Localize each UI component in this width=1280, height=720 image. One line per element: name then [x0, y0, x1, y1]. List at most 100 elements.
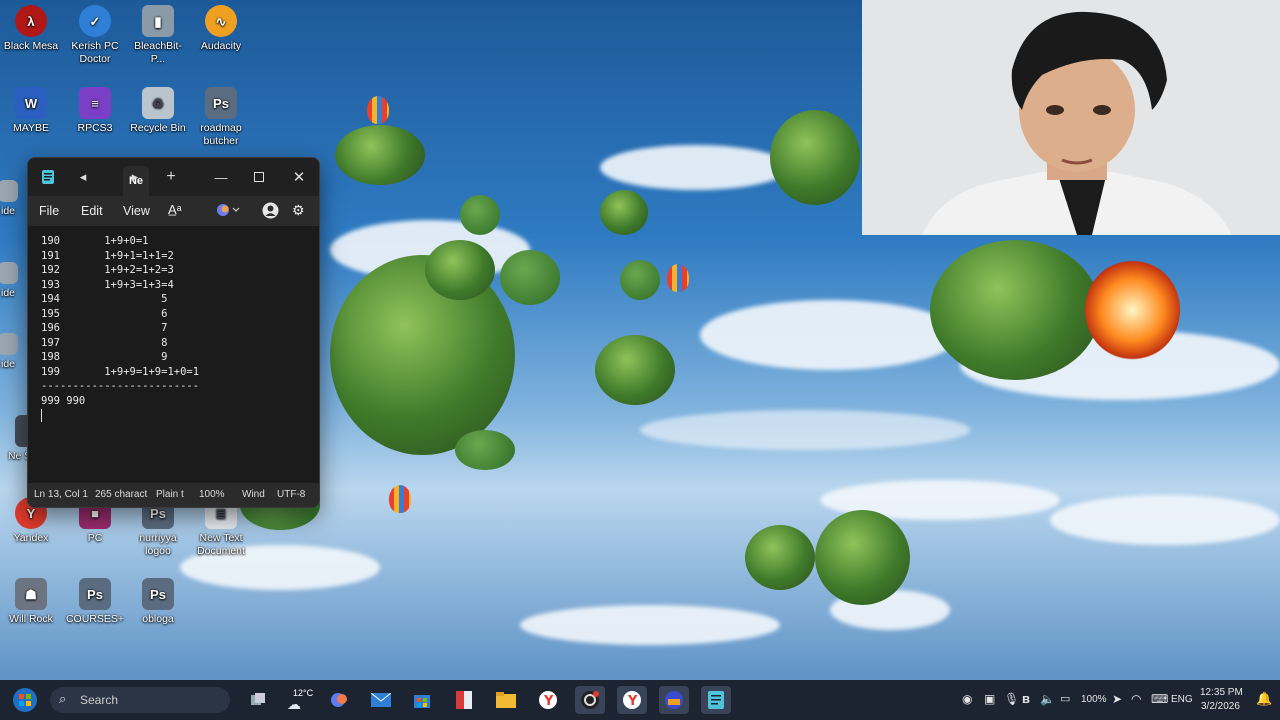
editor-line: 194 5 — [41, 293, 168, 305]
language-indicator[interactable]: ENG — [1171, 694, 1193, 705]
recycle-bin-icon: ♻ — [142, 87, 174, 119]
editor-line: 196 7 — [41, 322, 168, 334]
menu-view[interactable]: View — [123, 204, 150, 218]
notepad-status-bar: Ln 13, Col 1 265 charact Plain t 100% Wi… — [28, 483, 319, 507]
desktop-icon-kerish[interactable]: ✓ Kerish PC Doctor — [65, 5, 125, 66]
menu-edit[interactable]: Edit — [81, 204, 103, 218]
kerish-icon: ✓ — [79, 5, 111, 37]
audacity-taskbar-icon[interactable] — [659, 686, 689, 714]
minimize-icon[interactable]: — — [211, 164, 231, 190]
taskbar: ⌕ Search 12°C ☁ Y Y ◉ ▣ 🎙 ʙ 🔈 ▭ 100% ➤ ◠… — [0, 680, 1280, 720]
bluetooth-icon[interactable]: ʙ — [1022, 691, 1030, 706]
notifications-bell-icon[interactable]: 🔔 — [1256, 691, 1272, 707]
copilot-icon[interactable] — [216, 203, 242, 220]
editor-line: 198 9 — [41, 351, 168, 363]
new-tab-icon[interactable]: + — [161, 164, 181, 190]
status-format[interactable]: Plain t — [156, 489, 188, 500]
file-icon — [0, 180, 18, 202]
text-cursor — [41, 409, 42, 422]
volume-icon[interactable]: 🔈 — [1040, 692, 1055, 706]
editor-line: 193 1+9+3=1+3=4 — [41, 278, 174, 291]
notepad-menu-bar: File Edit View A̲ᵃ ⚙ — [28, 196, 319, 226]
desktop-icon-obloga[interactable]: Ps obloga — [128, 578, 188, 626]
editor-line: 199 1+9+9=1+9=1+0=1 — [41, 365, 200, 378]
notepad-text-editor[interactable]: 190 1+9+0=1 191 1+9+1=1+1=2 192 1+9+2=1+… — [28, 226, 319, 483]
notepad-window[interactable]: ◂ Ne ▸ + — ✕ File Edit View A̲ᵃ ⚙ 190 1+… — [27, 157, 320, 508]
svg-text:Y: Y — [627, 694, 638, 709]
webcam-person-image — [862, 0, 1280, 235]
battery-icon[interactable]: ▭ — [1060, 692, 1070, 705]
text-format-icon[interactable]: A̲ᵃ — [168, 202, 182, 217]
tray-app-icon[interactable]: ▣ — [984, 692, 995, 706]
file-icon — [0, 333, 18, 355]
obs-icon[interactable] — [575, 686, 605, 714]
status-position: Ln 13, Col 1 — [34, 489, 88, 500]
desktop-icon-audacity[interactable]: ∿ Audacity — [191, 5, 251, 53]
clock-time[interactable]: 12:35 PM — [1200, 687, 1243, 698]
desktop-icon-courses[interactable]: Ps COURSES+ — [65, 578, 125, 626]
menu-file[interactable]: File — [39, 204, 59, 218]
copilot-taskbar-icon[interactable] — [325, 686, 355, 714]
editor-line: 195 6 — [41, 307, 168, 320]
battery-percent: 100% — [1081, 694, 1107, 705]
clock-date[interactable]: 3/2/2026 — [1201, 701, 1240, 712]
word-icon: W — [15, 87, 47, 119]
yandex-browser-icon[interactable]: Y — [533, 686, 563, 714]
photoshop-icon: Ps — [79, 578, 111, 610]
rpcs3-icon: ≡ — [79, 87, 111, 119]
maximize-icon[interactable] — [249, 164, 269, 190]
desktop-icon-black-mesa[interactable]: λ Black Mesa — [1, 5, 61, 53]
task-view-icon[interactable] — [243, 686, 273, 714]
audacity-icon: ∿ — [205, 5, 237, 37]
status-char-count: 265 charact — [95, 489, 148, 500]
store-icon[interactable] — [407, 686, 437, 714]
editor-line: 192 1+9+2=1+2=3 — [41, 264, 174, 276]
svg-text:Y: Y — [543, 694, 554, 709]
desktop-icon-ide-3[interactable]: ide — [0, 333, 28, 371]
photoshop-icon: Ps — [205, 87, 237, 119]
settings-gear-icon[interactable]: ⚙ — [292, 202, 305, 219]
start-button[interactable] — [10, 686, 40, 714]
status-zoom[interactable]: 100% — [199, 489, 225, 500]
desktop-icon-will-rock[interactable]: ☗ Will Rock — [1, 578, 61, 626]
share-icon[interactable]: ➤ — [1112, 692, 1122, 706]
account-icon[interactable] — [262, 202, 279, 222]
wifi-icon[interactable]: ◠ — [1131, 692, 1141, 706]
search-icon: ⌕ — [59, 691, 67, 706]
obs-tray-icon[interactable]: ◉ — [962, 692, 972, 706]
file-explorer-icon[interactable] — [491, 686, 521, 714]
desktop-icon-ide-1[interactable]: ide — [0, 180, 28, 218]
desktop-icon-maybe[interactable]: W MAYBE — [1, 87, 61, 135]
editor-line: 197 8 — [41, 336, 168, 349]
desktop-icon-roadmap-butcher[interactable]: Ps roadmap butcher — [191, 87, 251, 148]
notepad-title-bar[interactable]: ◂ Ne ▸ + — ✕ — [28, 158, 319, 196]
windows-logo-icon — [13, 688, 37, 712]
keyboard-icon[interactable]: ⌨ — [1151, 692, 1168, 706]
pdf-reader-icon[interactable] — [449, 686, 479, 714]
desktop-icon-rpcs3[interactable]: ≡ RPCS3 — [65, 87, 125, 135]
file-icon — [0, 262, 18, 284]
weather-widget[interactable]: 12°C ☁ — [285, 686, 315, 714]
will-rock-icon: ☗ — [15, 578, 47, 610]
notepad-taskbar-icon[interactable] — [701, 686, 731, 714]
photoshop-icon: Ps — [142, 578, 174, 610]
desktop-icon-ide-2[interactable]: ide — [0, 262, 28, 300]
mail-icon[interactable] — [366, 686, 396, 714]
microphone-icon[interactable]: 🎙 — [1004, 692, 1019, 706]
editor-separator: ------------------------- — [41, 380, 200, 392]
close-icon[interactable]: ✕ — [289, 164, 309, 190]
tab-scroll-left-icon[interactable]: ◂ — [73, 164, 93, 190]
desktop-icon-recycle-bin[interactable]: ♻ Recycle Bin — [128, 87, 188, 135]
desktop-icon-bleachbit[interactable]: ▮ BleachBit-P... — [128, 5, 188, 66]
tab-scroll-right-icon[interactable]: ▸ — [125, 164, 145, 190]
notepad-app-icon — [38, 164, 58, 190]
taskbar-search-box[interactable]: ⌕ Search — [50, 687, 230, 713]
status-encoding[interactable]: UTF-8 — [277, 489, 305, 500]
cloud-icon: ☁ — [287, 696, 301, 712]
search-placeholder: Search — [80, 693, 119, 707]
webcam-overlay — [862, 0, 1280, 235]
bleachbit-icon: ▮ — [142, 5, 174, 37]
status-line-ending[interactable]: Wind — [242, 489, 270, 500]
black-mesa-icon: λ — [15, 5, 47, 37]
yandex-browser-active-icon[interactable]: Y — [617, 686, 647, 714]
